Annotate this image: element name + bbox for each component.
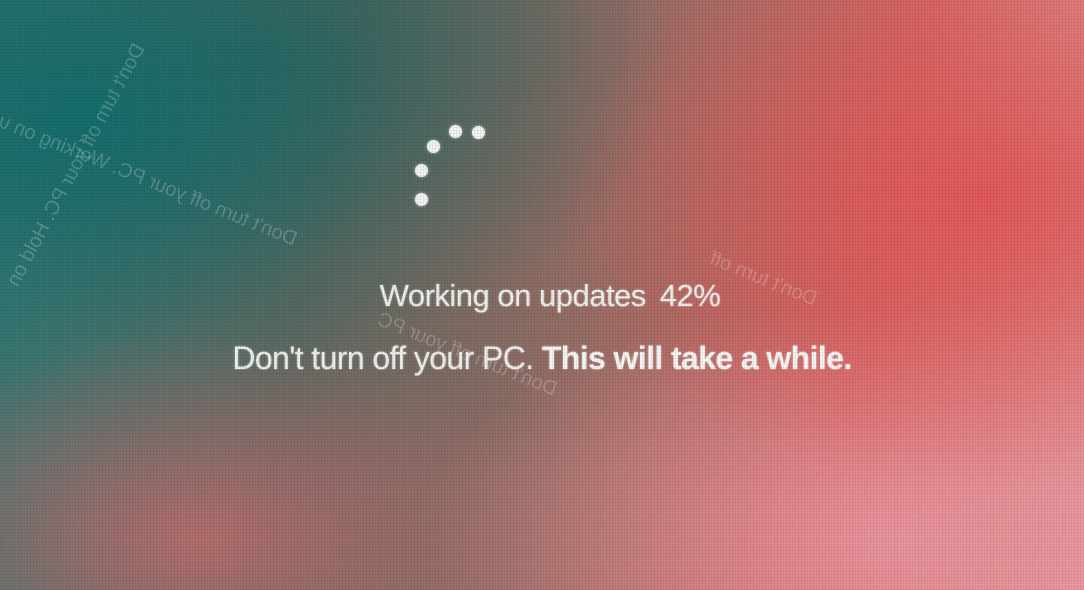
duration-notice: This will take a while. bbox=[541, 340, 852, 376]
loading-spinner-icon bbox=[405, 120, 495, 215]
update-screen: Don't turn off your PC. Hold on Don't tu… bbox=[0, 0, 1084, 590]
spinner-dot bbox=[472, 126, 485, 139]
status-title: Working on updates bbox=[379, 278, 647, 313]
update-warning: Don't turn off your PC. This will take a… bbox=[0, 340, 1084, 377]
progress-percent: 42% bbox=[659, 278, 721, 313]
warning-text: Don't turn off your PC. bbox=[232, 340, 534, 376]
spinner-dot bbox=[427, 140, 440, 153]
spinner-dot bbox=[449, 125, 462, 138]
spinner-dot bbox=[415, 193, 428, 206]
update-status: Working on updates 42% bbox=[0, 278, 1084, 314]
reflection-text: Don't turn off your PC. Working on updat… bbox=[0, 87, 300, 251]
reflection-text: Don't turn off your PC. Hold on bbox=[2, 40, 150, 290]
spinner-dot bbox=[415, 164, 428, 177]
